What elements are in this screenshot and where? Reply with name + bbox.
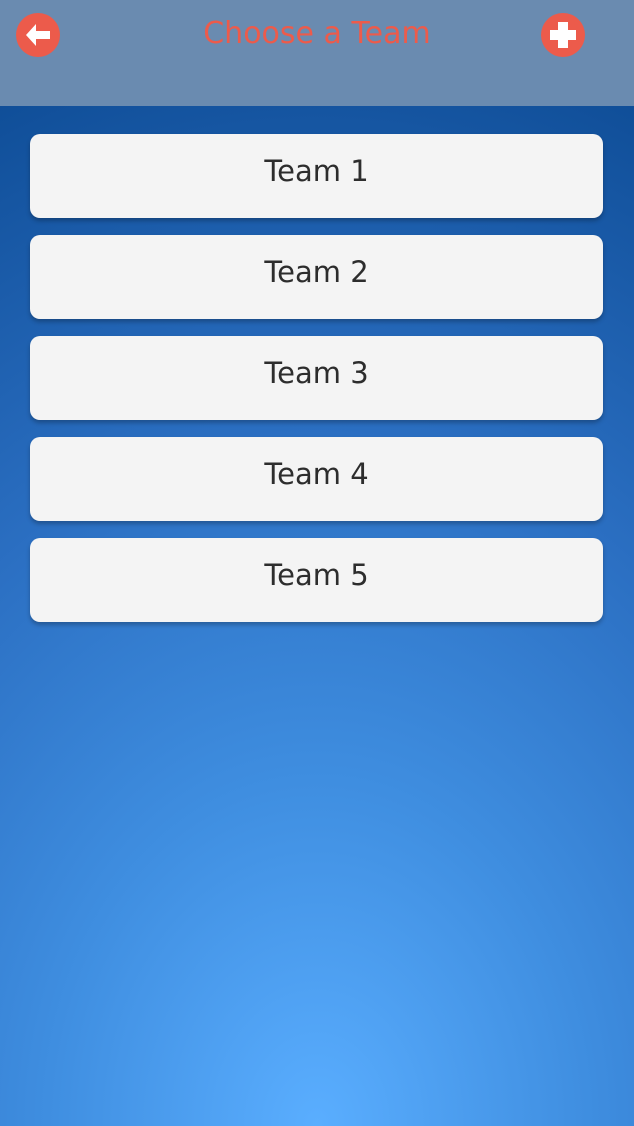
team-item-2[interactable]: Team 2	[30, 235, 603, 319]
team-item-1[interactable]: Team 1	[30, 134, 603, 218]
team-item-4[interactable]: Team 4	[30, 437, 603, 521]
team-label: Team 5	[264, 558, 369, 592]
team-list: Team 1 Team 2 Team 3 Team 4 Team 5	[30, 134, 603, 639]
team-item-5[interactable]: Team 5	[30, 538, 603, 622]
team-label: Team 1	[264, 154, 369, 188]
plus-icon	[550, 22, 576, 48]
team-label: Team 2	[264, 255, 369, 289]
team-label: Team 3	[264, 356, 369, 390]
team-item-3[interactable]: Team 3	[30, 336, 603, 420]
header-bar: Choose a Team	[0, 0, 634, 106]
add-team-button[interactable]	[541, 13, 585, 57]
team-label: Team 4	[264, 457, 369, 491]
page-title: Choose a Team	[203, 16, 431, 51]
